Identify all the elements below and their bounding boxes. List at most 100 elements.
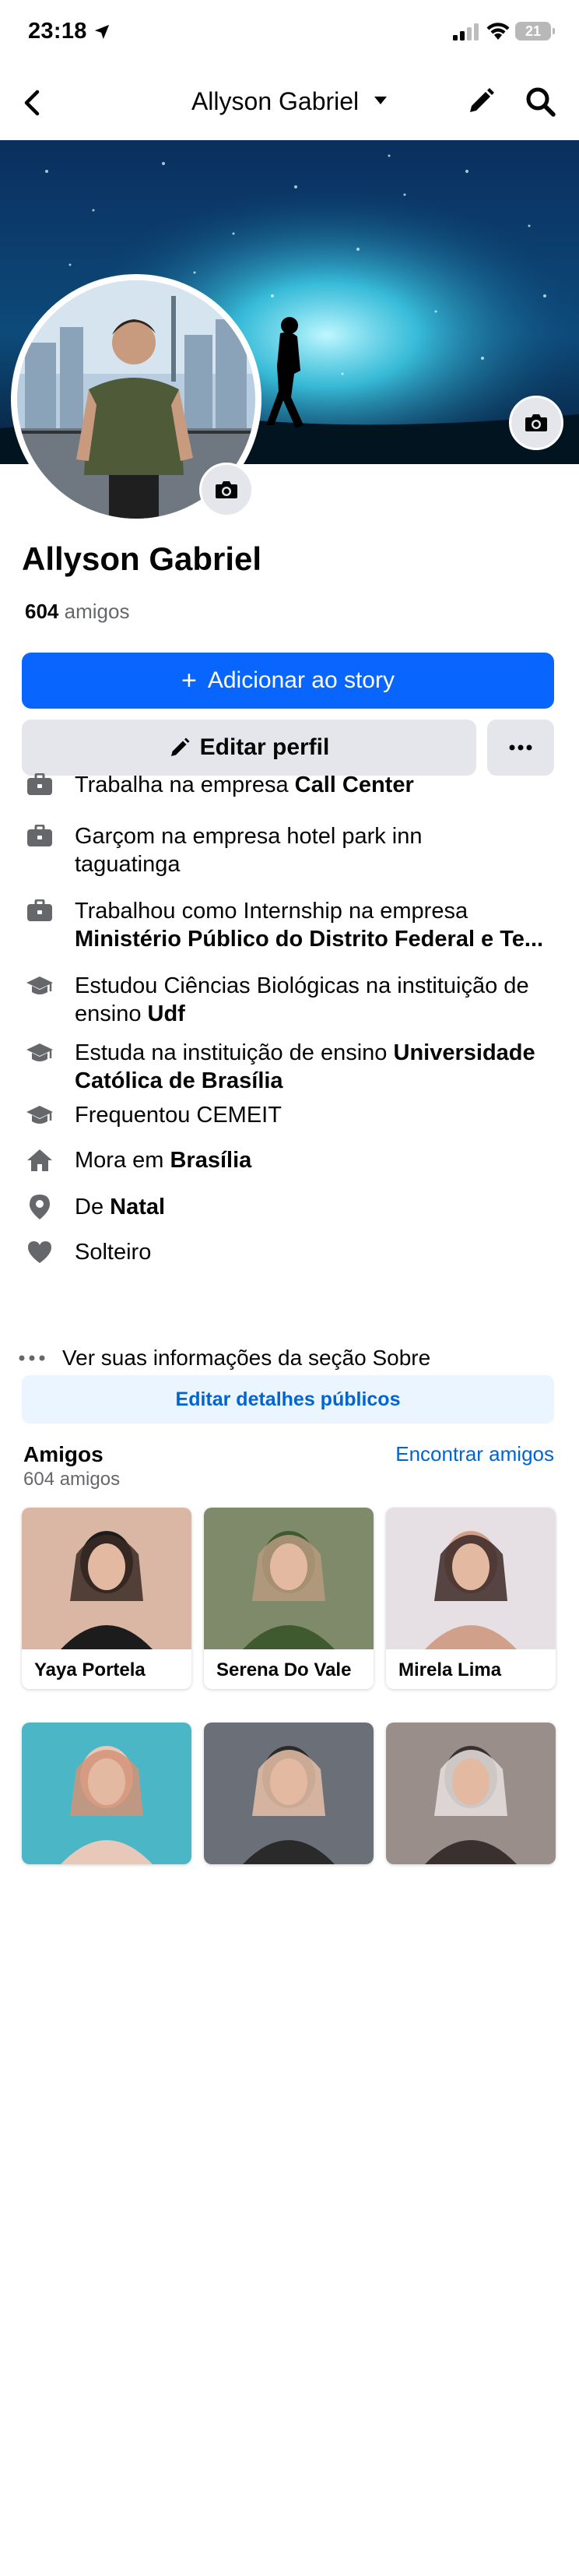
friend-photo	[386, 1508, 556, 1649]
search-icon[interactable]	[525, 86, 557, 118]
graduation-cap-icon	[25, 1039, 54, 1067]
detail-line-bold: Udf	[147, 1001, 185, 1026]
graduation-cap-icon	[25, 1101, 54, 1129]
detail-text: Estuda na instituição de ensino Universi…	[75, 1039, 562, 1095]
detail-text: Frequentou CEMEIT	[75, 1101, 562, 1129]
more-options-button[interactable]	[487, 720, 554, 776]
friend-card[interactable]: Yaya Portela	[22, 1508, 191, 1689]
detail-line-bold: Universidade	[393, 1040, 535, 1065]
add-to-story-button[interactable]: + Adicionar ao story	[22, 653, 554, 709]
more-dots-icon	[509, 744, 532, 751]
detail-line-bold: Natal	[110, 1195, 166, 1219]
detail-text: Estudou Ciências Biológicas na instituiç…	[75, 972, 562, 1028]
detail-text: Mora em Brasília	[75, 1146, 562, 1174]
briefcase-icon	[25, 897, 54, 925]
detail-row[interactable]: Estudou Ciências Biológicas na instituiç…	[25, 972, 562, 1028]
detail-line-text: Estudou Ciências Biológicas na instituiç…	[75, 973, 529, 998]
edit-public-details-button[interactable]: Editar detalhes públicos	[22, 1375, 554, 1423]
friend-count-number: 604	[25, 600, 59, 623]
detail-text: Solteiro	[75, 1238, 562, 1266]
detail-row[interactable]: Estuda na instituição de ensino Universi…	[25, 1039, 562, 1095]
detail-line-text: Garçom na empresa hotel park inn	[75, 824, 423, 849]
detail-line: Mora em Brasília	[75, 1146, 562, 1174]
pencil-icon	[170, 737, 190, 756]
status-bar: 23:18 21	[0, 0, 579, 65]
detail-text: Trabalhou como Internship na empresa Mini…	[75, 897, 562, 953]
cellular-signal-icon	[453, 23, 479, 40]
detail-line: Garçom na empresa hotel park inn	[75, 822, 562, 850]
friend-photo	[204, 1508, 374, 1649]
friend-name: Yaya Portela	[34, 1659, 146, 1680]
profile-header: Allyson Gabriel	[0, 65, 579, 140]
plus-icon: +	[181, 665, 197, 695]
camera-icon	[216, 481, 237, 498]
friend-card[interactable]	[204, 1723, 374, 1864]
detail-line-text: Estuda na instituição de ensino	[75, 1040, 394, 1065]
friend-photo	[22, 1508, 191, 1649]
edit-public-details-label: Editar detalhes públicos	[175, 1388, 401, 1410]
detail-line-bold: Call Center	[294, 772, 414, 797]
camera-icon	[525, 414, 547, 431]
friend-card[interactable]: Serena Do Vale	[204, 1508, 374, 1689]
add-to-story-label: Adicionar ao story	[207, 667, 395, 693]
detail-line: Estuda na instituição de ensino Universi…	[75, 1039, 562, 1067]
find-friends-link[interactable]: Encontrar amigos	[395, 1442, 554, 1466]
friend-photo	[204, 1723, 374, 1864]
detail-row[interactable]: De Natal	[25, 1193, 562, 1221]
friend-card[interactable]	[386, 1723, 556, 1864]
detail-line-bold: Brasília	[170, 1148, 252, 1173]
detail-row[interactable]: Trabalhou como Internship na empresa Mini…	[25, 897, 562, 953]
see-about-link[interactable]: Ver suas informações da seção Sobre	[19, 1346, 430, 1371]
cover-camera-button[interactable]	[509, 396, 563, 450]
battery-level: 21	[525, 23, 542, 39]
detail-line: Estudou Ciências Biológicas na instituiç…	[75, 972, 562, 1000]
see-about-label: Ver suas informações da seção Sobre	[62, 1346, 431, 1370]
detail-line: Ministério Público do Distrito Federal e…	[75, 925, 562, 953]
detail-row[interactable]: Garçom na empresa hotel park inn taguatin…	[25, 822, 562, 878]
detail-line: Trabalha na empresa Call Center	[75, 771, 562, 799]
profile-picture-camera-button[interactable]	[199, 463, 254, 517]
detail-line-text: Trabalhou como Internship na empresa	[75, 899, 468, 924]
header-title: Allyson Gabriel	[191, 87, 360, 115]
detail-text: De Natal	[75, 1193, 562, 1221]
detail-row[interactable]: Mora em Brasília	[25, 1146, 562, 1174]
location-pin-icon	[25, 1193, 54, 1221]
battery-icon: 21	[515, 22, 555, 40]
friends-section-title: Amigos	[23, 1442, 104, 1466]
briefcase-icon	[25, 822, 54, 850]
friend-count-label: amigos	[64, 600, 130, 623]
heart-icon	[25, 1238, 54, 1266]
detail-line: Frequentou CEMEIT	[75, 1101, 562, 1129]
detail-line: Trabalhou como Internship na empresa	[75, 897, 562, 925]
detail-line: Solteiro	[75, 1238, 562, 1266]
profile-name: Allyson Gabriel	[22, 540, 262, 577]
detail-row[interactable]: Frequentou CEMEIT	[25, 1101, 562, 1129]
pencil-icon[interactable]	[464, 86, 497, 118]
home-icon	[25, 1146, 54, 1174]
friend-photo	[22, 1723, 191, 1864]
friend-card[interactable]: Mirela Lima	[386, 1508, 556, 1689]
friend-name: Mirela Lima	[398, 1659, 502, 1680]
detail-line-text: ensino	[75, 1001, 148, 1026]
edit-profile-button[interactable]: Editar perfil	[22, 720, 476, 776]
friend-card[interactable]	[22, 1723, 191, 1864]
briefcase-icon	[25, 771, 54, 799]
friend-count[interactable]: 604 amigos	[25, 600, 129, 624]
edit-profile-label: Editar perfil	[199, 734, 330, 760]
detail-line-text: Trabalha na empresa	[75, 772, 295, 797]
detail-line: taguatinga	[75, 850, 562, 878]
detail-text: Garçom na empresa hotel park inn taguatin…	[75, 822, 562, 878]
friends-section-count: 604 amigos	[23, 1469, 121, 1490]
detail-line-text: taguatinga	[75, 852, 181, 877]
wifi-icon	[486, 23, 510, 40]
detail-line: Católica de Brasília	[75, 1067, 562, 1095]
graduation-cap-icon	[25, 972, 54, 1000]
detail-line: ensino Udf	[75, 1000, 562, 1028]
detail-line-text: Solteiro	[75, 1240, 152, 1265]
detail-line-text: Frequentou CEMEIT	[75, 1103, 282, 1128]
detail-row[interactable]: Solteiro	[25, 1238, 562, 1266]
detail-row[interactable]: Trabalha na empresa Call Center	[25, 771, 562, 799]
detail-line: De Natal	[75, 1193, 562, 1221]
friend-name: Serena Do Vale	[216, 1659, 352, 1680]
detail-line-text: De	[75, 1195, 111, 1219]
